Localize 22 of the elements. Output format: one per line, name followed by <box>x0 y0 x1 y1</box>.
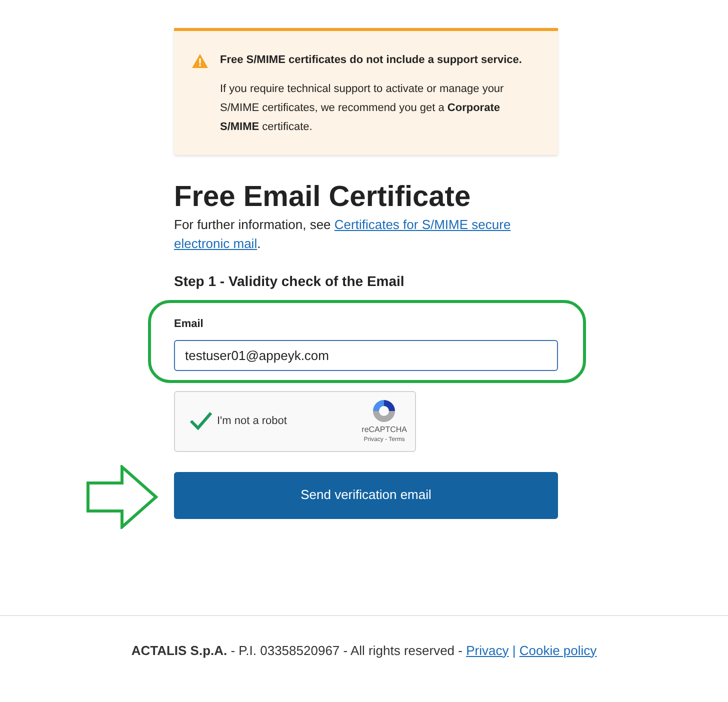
captcha-checkbox[interactable] <box>189 409 213 433</box>
send-verification-button[interactable]: Send verification email <box>174 472 558 518</box>
page-heading: Free Email Certificate <box>174 180 472 215</box>
warning-icon <box>192 54 208 68</box>
footer-info: - P.I. 03358520967 - All rights reserved - <box>230 642 464 660</box>
email-label: Email <box>174 317 204 332</box>
separator: | <box>511 642 517 660</box>
recaptcha-brand: reCAPTCHA <box>362 424 407 436</box>
notice-title: Free S/MIME certificates do not include a support service. <box>220 53 522 68</box>
recaptcha-logo-icon <box>371 398 398 424</box>
certificates-link[interactable]: electronic mail <box>174 236 258 251</box>
footer-link[interactable]: Privacy <box>466 640 509 660</box>
company-name: ACTALIS S.p.A. <box>131 642 228 660</box>
step-heading: Step 1 - Validity check of the Email <box>174 272 406 291</box>
notice-text: If you require technical support to activate or manage your S/MIME certificates, we recommend you get a Corporate S/MIME certificate. <box>220 82 505 135</box>
footer-link[interactable]: Cookie policy <box>519 640 597 660</box>
check-icon <box>189 411 213 431</box>
intro-text: For further information, see <box>174 217 332 232</box>
captcha-label: I'm not a robot <box>217 414 287 429</box>
certificates-link[interactable]: Certificates for S/MIME secure <box>334 217 511 232</box>
email-field[interactable]: testuser01@appeyk.com <box>174 340 558 370</box>
period-text: . <box>257 236 261 251</box>
